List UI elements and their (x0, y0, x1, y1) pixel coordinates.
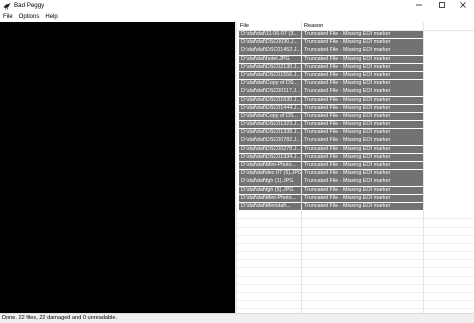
table-row[interactable]: D:\daf\daf\Mini-Photo... Truncated File -… (237, 194, 474, 203)
file-path-cell: D:\daf\daf\hotel.JPG (239, 55, 301, 63)
reason-cell: Truncated File - Missing EOI marker (302, 112, 423, 121)
close-button[interactable] (452, 0, 474, 12)
status-text: Done. 22 files, 22 damaged and 0 unreada… (2, 315, 118, 321)
reason-cell: Truncated File - Missing EOI marker (302, 145, 423, 154)
empty-row (237, 211, 474, 220)
table-row[interactable]: D:\daf\daf\dec 07 (5).JPG Truncated File … (237, 170, 474, 178)
reason-cell: Truncated File - Missing EOI marker (302, 39, 423, 47)
table-row[interactable]: D:\daf\daf\DSC01323.J... Truncated File -… (237, 121, 474, 129)
bird-icon (3, 2, 11, 10)
reason-cell: Truncated File - Missing EOI marker (302, 63, 423, 72)
table-row[interactable]: D:\daf\daf\DSC02130.J... Truncated File -… (237, 63, 474, 72)
close-icon (459, 1, 467, 11)
empty-row (237, 252, 474, 261)
table-row[interactable]: D:\daf\daf\DSC00782.J... Truncated File -… (237, 137, 474, 145)
file-path-cell: D:\daf\daf\Copy of DS... (239, 112, 301, 121)
menu-bar: File Options Help (0, 12, 474, 22)
reason-cell: Truncated File - Missing EOI marker (302, 186, 423, 194)
reason-cell: Truncated File - Missing EOI marker (302, 202, 423, 211)
reason-cell: Truncated File - Missing EOI marker (302, 96, 423, 104)
minimize-button[interactable] (408, 0, 430, 12)
file-path-cell: D:\daf\daf\Copy of DS... (239, 80, 301, 88)
empty-row (237, 268, 474, 277)
reason-cell: Truncated File - Missing EOI marker (302, 170, 423, 178)
reason-cell: Truncated File - Missing EOI marker (302, 162, 423, 170)
file-path-cell: D:\daf\daf\dec 07 (5).JPG (239, 170, 301, 178)
table-row[interactable]: D:\daf\daf\DSC01630.J... Truncated File -… (237, 96, 474, 105)
empty-row (237, 219, 474, 228)
empty-row (237, 236, 474, 244)
table-row[interactable]: D:\daf\daf\DSC0030.J... Truncated File - … (237, 39, 474, 47)
file-path-cell: D:\daf\daf\DSC01334.J... (239, 153, 301, 162)
table-row[interactable]: D:\daf\daf\Mini-Photo... Truncated File -… (237, 162, 474, 170)
reason-cell: Truncated File - Missing EOI marker (302, 153, 423, 162)
reason-cell: Truncated File - Missing EOI marker (302, 31, 423, 39)
reason-cell: Truncated File - Missing EOI marker (302, 194, 423, 203)
empty-row (237, 277, 474, 285)
file-path-cell: D:\daf\daf\Mini\daf\... (239, 202, 301, 211)
file-path-cell: D:\daf\daf\DSC01630.J... (239, 96, 301, 104)
table-row[interactable]: D:\daf\daf\fgh (1).JPG Truncated File - M… (237, 178, 474, 186)
menu-options[interactable]: Options (16, 12, 43, 22)
table-row[interactable]: D:\daf\daf\Mini\daf\... Truncated File - … (237, 202, 474, 211)
file-path-cell: D:\daf\daf\fgh (5).JPG (239, 186, 301, 194)
file-path-cell: D:\daf\daf\DSC01444.J... (239, 104, 301, 113)
file-path-cell: D:\daf\daf\Mini-Photo... (239, 194, 301, 203)
reason-cell: Truncated File - Missing EOI marker (302, 88, 423, 96)
image-preview-pane (0, 22, 235, 313)
reason-cell: Truncated File - Missing EOI marker (302, 55, 423, 63)
file-path-cell: D:\daf\daf\DSC0030.J... (239, 39, 301, 47)
file-path-cell: D:\daf\daf\DSC01452.J... (239, 47, 301, 55)
table-row[interactable]: D:\daf\daf\DSC00117.J... Truncated File -… (237, 88, 474, 96)
table-row[interactable]: D:\daf\daf\DSC01556.J... Truncated File -… (237, 71, 474, 80)
empty-row (237, 260, 474, 269)
reason-cell: Truncated File - Missing EOI marker (302, 104, 423, 113)
empty-row (237, 244, 474, 253)
reason-cell: Truncated File - Missing EOI marker (302, 121, 423, 129)
file-path-cell: D:\daf\daf\DSC02130.J... (239, 63, 301, 72)
results-table: File Reason D:\daf\daf\11-06-07 (3... Tru… (237, 22, 474, 313)
table-row[interactable]: D:\daf\daf\DSC00278.J... Truncated File -… (237, 145, 474, 154)
title-bar: Bad Peggy (0, 0, 474, 12)
table-row[interactable]: D:\daf\daf\DSC01452.J... Truncated File -… (237, 47, 474, 55)
menu-help[interactable]: Help (42, 12, 60, 22)
empty-row (237, 285, 474, 293)
reason-cell: Truncated File - Missing EOI marker (302, 137, 423, 145)
reason-cell: Truncated File - Missing EOI marker (302, 80, 423, 88)
column-header-reason[interactable]: Reason (301, 22, 424, 30)
file-path-cell: D:\daf\daf\DSC01556.J... (239, 71, 301, 80)
table-row[interactable]: D:\daf\daf\DSC01444.J... Truncated File -… (237, 104, 474, 113)
file-path-cell: D:\daf\daf\Mini-Photo... (239, 162, 301, 170)
empty-row (237, 293, 474, 302)
table-row[interactable]: D:\daf\daf\DSC01338.J... Truncated File -… (237, 129, 474, 137)
empty-row (237, 301, 474, 310)
table-row[interactable]: D:\daf\daf\fgh (5).JPG Truncated File - M… (237, 186, 474, 195)
table-row[interactable]: D:\daf\daf\Copy of DS... Truncated File -… (237, 112, 474, 121)
table-row[interactable]: D:\daf\daf\11-06-07 (3... Truncated File … (237, 31, 474, 39)
file-path-cell: D:\daf\daf\DSC00278.J... (239, 145, 301, 154)
maximize-icon (438, 1, 446, 11)
file-path-cell: D:\daf\daf\11-06-07 (3... (239, 31, 301, 39)
table-row[interactable]: D:\daf\daf\Copy of DS... Truncated File -… (237, 80, 474, 88)
minimize-icon (415, 1, 423, 11)
menu-file[interactable]: File (0, 12, 16, 22)
reason-cell: Truncated File - Missing EOI marker (302, 47, 423, 55)
reason-cell: Truncated File - Missing EOI marker (302, 178, 423, 186)
reason-cell: Truncated File - Missing EOI marker (302, 71, 423, 80)
table-row[interactable]: D:\daf\daf\hotel.JPG Truncated File - Mis… (237, 55, 474, 64)
column-header-file[interactable]: File (237, 22, 300, 30)
file-path-cell: D:\daf\daf\fgh (1).JPG (239, 178, 301, 186)
empty-row (237, 228, 474, 236)
file-path-cell: D:\daf\daf\DSC00782.J... (239, 137, 301, 145)
maximize-button[interactable] (431, 0, 453, 12)
file-path-cell: D:\daf\daf\DSC01338.J... (239, 129, 301, 137)
file-path-cell: D:\daf\daf\DSC01323.J... (239, 121, 301, 129)
window-title: Bad Peggy (14, 2, 45, 9)
table-body: D:\daf\daf\11-06-07 (3... Truncated File … (237, 31, 474, 310)
reason-cell: Truncated File - Missing EOI marker (302, 129, 423, 137)
table-row[interactable]: D:\daf\daf\DSC01334.J... Truncated File -… (237, 153, 474, 162)
table-header: File Reason (237, 22, 474, 31)
file-path-cell: D:\daf\daf\DSC00117.J... (239, 88, 301, 96)
